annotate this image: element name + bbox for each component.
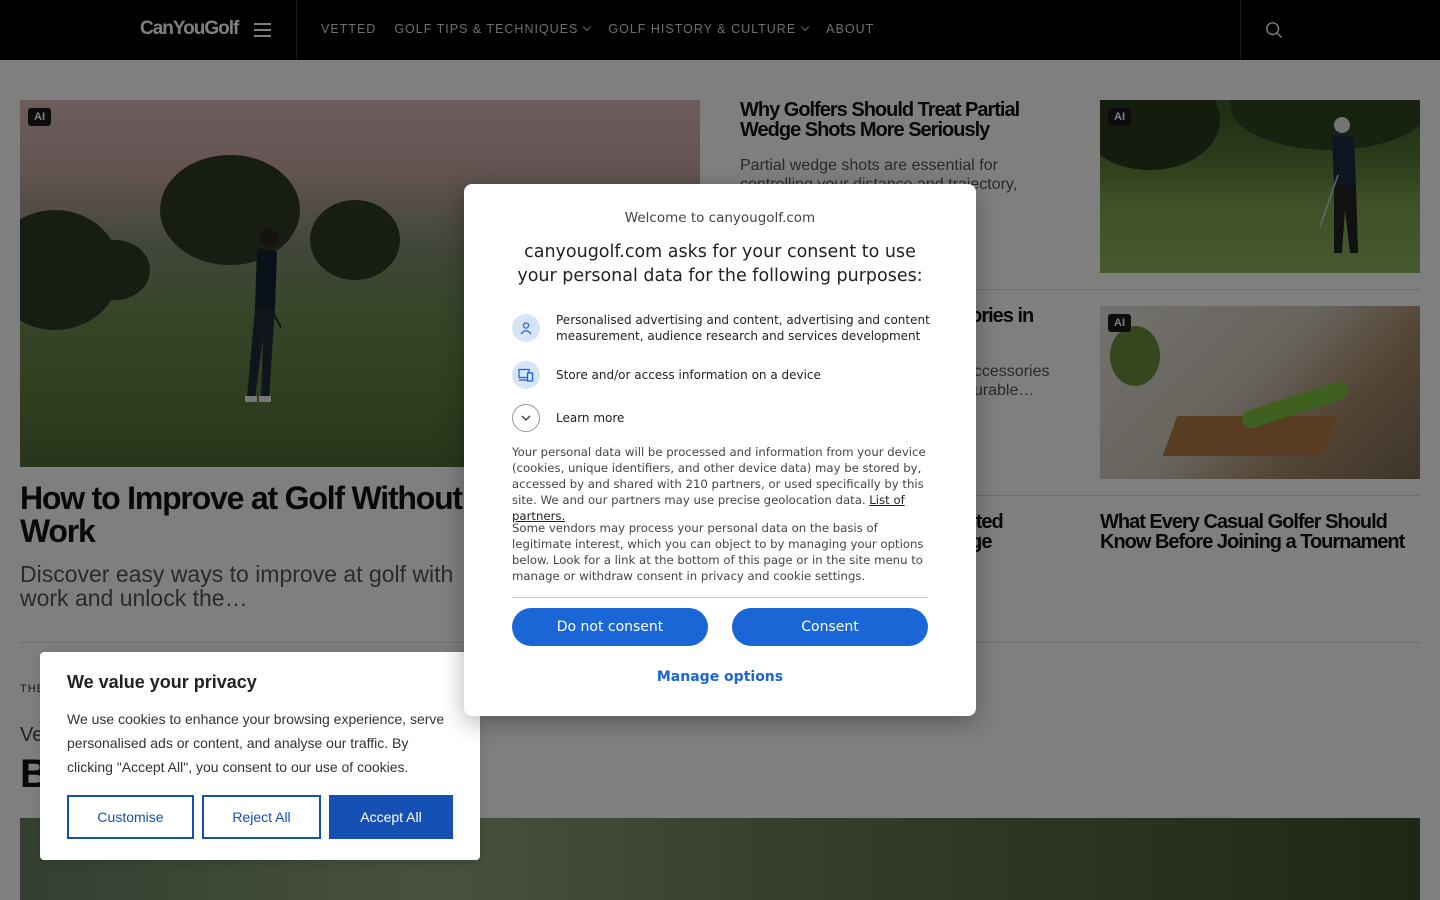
consent-paragraph: Some vendors may process your personal d… [512, 521, 924, 583]
reject-all-button[interactable]: Reject All [202, 795, 321, 839]
do-not-consent-button[interactable]: Do not consent [512, 608, 708, 646]
consent-paragraph-text: Your personal data will be processed and… [512, 445, 926, 507]
purpose-text: Store and/or access information on a dev… [556, 368, 821, 382]
customise-button[interactable]: Customise [67, 795, 194, 839]
accept-all-button[interactable]: Accept All [329, 795, 453, 839]
purpose-text: Personalised advertising and content, ad… [556, 313, 930, 343]
purpose-row: Personalised advertising and content, ad… [512, 312, 932, 344]
person-icon [512, 314, 540, 342]
device-icon [512, 361, 540, 389]
consent-heading: canyougolf.com asks for your consent to … [517, 242, 923, 286]
consent-dialog: Welcome to canyougolf.com canyougolf.com… [464, 184, 976, 716]
chevron-down-icon[interactable] [512, 404, 540, 432]
consent-welcome: Welcome to canyougolf.com [624, 210, 816, 226]
consent-button[interactable]: Consent [732, 608, 928, 646]
cookie-banner: We value your privacy We use cookies to … [40, 652, 480, 860]
purpose-row: Store and/or access information on a dev… [512, 361, 932, 389]
consent-paragraph: Your personal data will be processed and… [512, 444, 932, 524]
manage-options-button[interactable]: Manage options [464, 669, 976, 685]
learn-more-row[interactable]: Learn more [512, 404, 932, 432]
learn-more-label[interactable]: Learn more [556, 410, 624, 426]
cookie-text: We use cookies to enhance your browsing … [67, 711, 445, 775]
cookie-title: We value your privacy [67, 672, 257, 692]
divider [512, 597, 928, 598]
